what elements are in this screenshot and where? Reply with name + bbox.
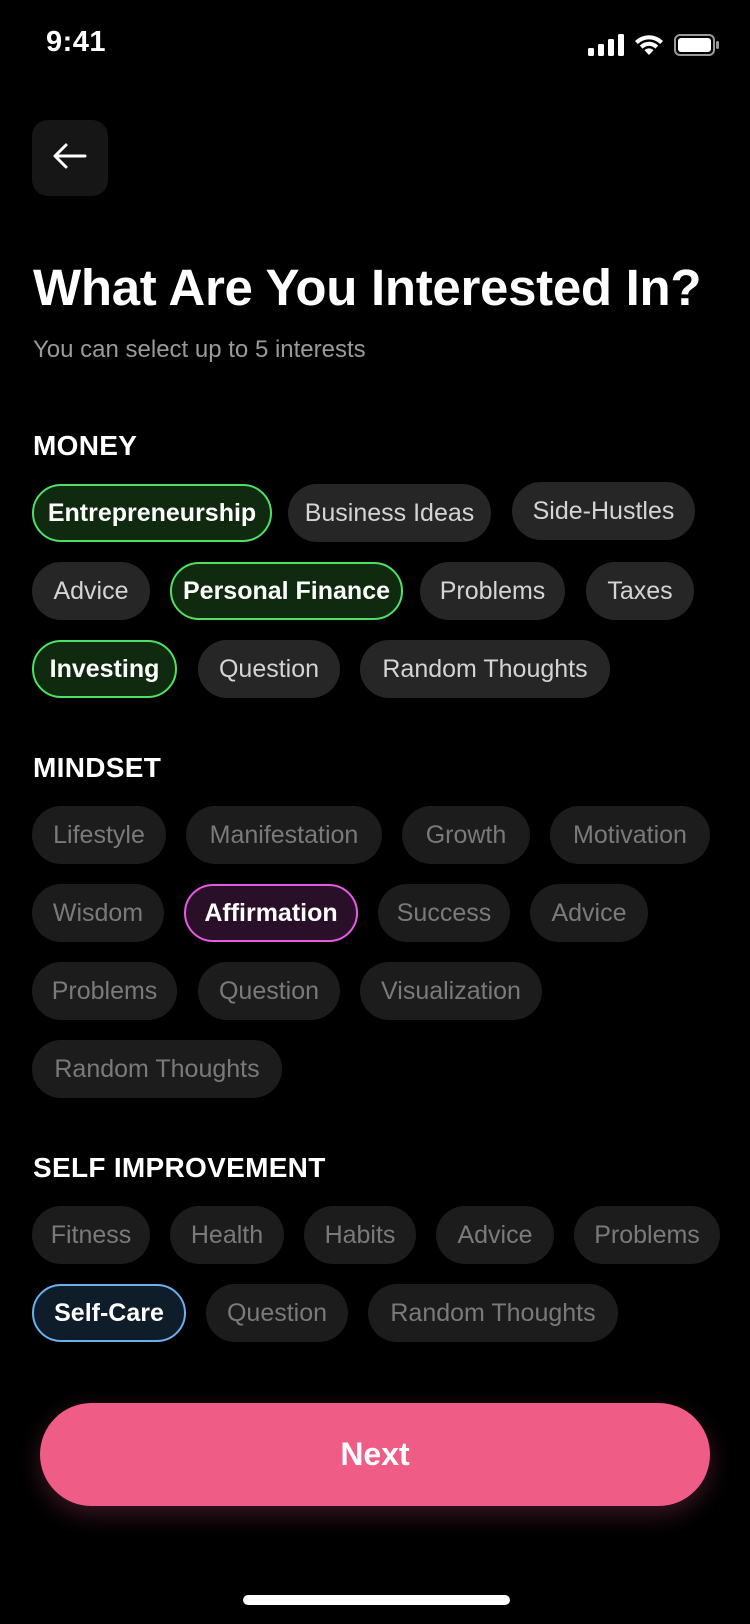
chip-mindset-problems[interactable]: Problems xyxy=(32,962,177,1020)
page-title: What Are You Interested In? xyxy=(33,259,702,316)
chip-money-random-thoughts[interactable]: Random Thoughts xyxy=(360,640,610,698)
section-title-money: MONEY xyxy=(33,430,138,461)
chip-self-improvement-fitness[interactable]: Fitness xyxy=(32,1206,150,1264)
chip-money-advice[interactable]: Advice xyxy=(32,562,150,620)
status-time: 9:41 xyxy=(46,26,107,58)
chip-mindset-affirmation[interactable]: Affirmation xyxy=(184,884,358,942)
chip-mindset-visualization[interactable]: Visualization xyxy=(360,962,542,1020)
chip-mindset-motivation[interactable]: Motivation xyxy=(550,806,710,864)
chip-self-improvement-self-care[interactable]: Self-Care xyxy=(32,1284,186,1342)
status-bar: 9:41 xyxy=(0,0,750,90)
chip-mindset-success[interactable]: Success xyxy=(378,884,510,942)
cellular-signal-icon xyxy=(588,34,624,61)
page-subtitle: You can select up to 5 interests xyxy=(33,336,366,363)
chip-self-improvement-random-thoughts[interactable]: Random Thoughts xyxy=(368,1284,618,1342)
section-title-self-improvement: SELF IMPROVEMENT xyxy=(33,1152,326,1183)
chip-self-improvement-problems[interactable]: Problems xyxy=(574,1206,720,1264)
chip-money-investing[interactable]: Investing xyxy=(32,640,177,698)
battery-icon xyxy=(674,34,720,61)
chip-mindset-growth[interactable]: Growth xyxy=(402,806,530,864)
status-icons xyxy=(588,34,720,61)
chip-money-problems[interactable]: Problems xyxy=(420,562,565,620)
back-button[interactable] xyxy=(32,120,108,196)
chip-money-taxes[interactable]: Taxes xyxy=(586,562,694,620)
chip-mindset-question[interactable]: Question xyxy=(198,962,340,1020)
chip-money-question[interactable]: Question xyxy=(198,640,340,698)
home-indicator xyxy=(243,1595,510,1605)
next-button[interactable]: Next xyxy=(40,1403,710,1506)
arrow-left-icon xyxy=(53,143,87,174)
chip-mindset-manifestation[interactable]: Manifestation xyxy=(186,806,382,864)
chip-mindset-advice[interactable]: Advice xyxy=(530,884,648,942)
chip-self-improvement-health[interactable]: Health xyxy=(170,1206,284,1264)
chip-self-improvement-habits[interactable]: Habits xyxy=(304,1206,416,1264)
chip-mindset-random-thoughts[interactable]: Random Thoughts xyxy=(32,1040,282,1098)
wifi-icon xyxy=(634,34,664,61)
chip-self-improvement-advice[interactable]: Advice xyxy=(436,1206,554,1264)
chip-money-business-ideas[interactable]: Business Ideas xyxy=(288,484,491,542)
chip-mindset-wisdom[interactable]: Wisdom xyxy=(32,884,164,942)
chip-self-improvement-question[interactable]: Question xyxy=(206,1284,348,1342)
section-title-mindset: MINDSET xyxy=(33,752,162,783)
chip-money-entrepreneurship[interactable]: Entrepreneurship xyxy=(32,484,272,542)
chip-money-personal-finance[interactable]: Personal Finance xyxy=(170,562,403,620)
chip-money-side-hustles[interactable]: Side-Hustles xyxy=(512,482,695,540)
chip-mindset-lifestyle[interactable]: Lifestyle xyxy=(32,806,166,864)
